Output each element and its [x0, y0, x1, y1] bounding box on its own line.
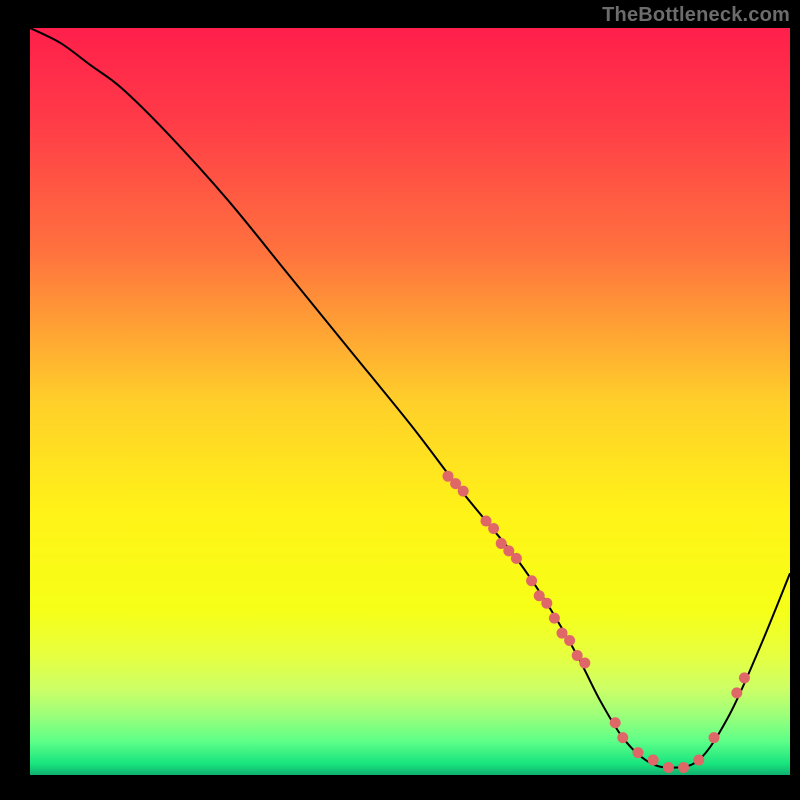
- highlight-point: [617, 732, 628, 743]
- highlight-point: [678, 762, 689, 773]
- highlight-point: [549, 613, 560, 624]
- highlight-point: [648, 755, 659, 766]
- highlight-point: [709, 732, 720, 743]
- highlight-point: [610, 717, 621, 728]
- highlight-point: [633, 747, 644, 758]
- highlight-point: [579, 657, 590, 668]
- highlight-point: [458, 486, 469, 497]
- highlight-point: [511, 553, 522, 564]
- highlight-point: [526, 575, 537, 586]
- highlight-point: [541, 598, 552, 609]
- highlight-point: [693, 755, 704, 766]
- chart-stage: TheBottleneck.com: [0, 0, 800, 800]
- highlight-point: [663, 762, 674, 773]
- watermark-text: TheBottleneck.com: [602, 4, 790, 27]
- highlight-point: [564, 635, 575, 646]
- bottleneck-chart: [0, 0, 800, 800]
- highlight-point: [731, 687, 742, 698]
- highlight-point: [488, 523, 499, 534]
- plot-background: [30, 28, 790, 775]
- highlight-point: [739, 672, 750, 683]
